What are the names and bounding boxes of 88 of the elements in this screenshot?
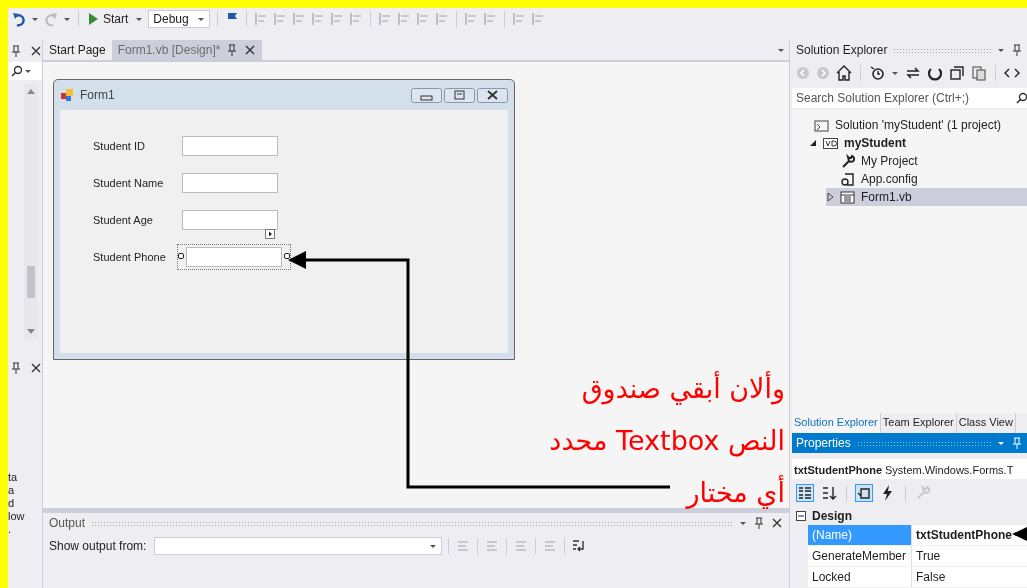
history-icon[interactable] <box>869 65 885 81</box>
vb-project-icon <box>823 135 838 151</box>
home-icon[interactable] <box>836 65 852 81</box>
pin-icon[interactable] <box>10 361 22 375</box>
annotation-text: وألان أبقي صندوق <box>580 370 785 407</box>
tree-item[interactable]: Solution 'myStudent' (1 project) <box>792 116 1027 134</box>
minimize-icon[interactable] <box>411 87 442 103</box>
field-label: Show output from: <box>49 539 147 553</box>
caret-icon[interactable] <box>997 46 1005 54</box>
caret-icon[interactable] <box>777 46 785 54</box>
object-name: txtStudentPhone <box>794 464 882 476</box>
collapse-all-icon[interactable] <box>949 65 965 81</box>
caret-icon <box>197 15 206 23</box>
tree-item[interactable]: My Project <box>826 152 1027 170</box>
expanded-icon[interactable] <box>809 138 817 148</box>
pin-icon[interactable] <box>10 44 22 58</box>
pin-icon[interactable] <box>753 516 765 530</box>
field-label: Student ID <box>93 139 146 152</box>
field-label: Student Age <box>93 213 154 226</box>
field-label: Student Name <box>93 176 165 189</box>
annotation-text: أي مختار <box>684 474 785 511</box>
close-icon[interactable] <box>477 87 508 103</box>
property-name[interactable]: Locked <box>808 567 912 587</box>
property-value[interactable]: False <box>912 567 950 587</box>
configuration-dropdown[interactable]: Debug <box>148 10 211 28</box>
object-type: System.Windows.Forms.T <box>885 464 1014 476</box>
wrench-icon <box>840 153 855 169</box>
close-icon[interactable] <box>771 517 783 529</box>
panel-text: low <box>8 510 26 523</box>
close-icon[interactable] <box>30 45 42 57</box>
tree-item[interactable]: myStudent <box>809 134 1027 152</box>
resize-handle[interactable] <box>284 252 290 259</box>
collapsed-icon[interactable] <box>826 192 834 202</box>
tree-item[interactable]: App.config <box>826 170 1027 188</box>
categorized-icon[interactable] <box>796 484 814 502</box>
category-label: Design <box>812 509 852 523</box>
field-label: Student Phone <box>93 250 167 263</box>
caret-icon[interactable] <box>997 439 1005 447</box>
alphabetical-icon[interactable] <box>820 484 838 502</box>
close-icon[interactable] <box>244 44 257 56</box>
search-icon <box>1015 92 1027 104</box>
play-icon <box>88 12 99 26</box>
property-name[interactable]: GenerateMember <box>808 546 912 566</box>
pin-icon[interactable] <box>1011 43 1023 57</box>
caret-icon <box>429 542 438 550</box>
selected-text-box[interactable] <box>177 243 291 270</box>
scroll-down-icon <box>26 328 36 335</box>
show-all-files-icon[interactable] <box>971 65 987 81</box>
annotation-text: النص Textbox محدد <box>549 424 785 459</box>
caret-icon[interactable] <box>891 69 899 77</box>
panel-text: d <box>8 497 16 510</box>
smart-tag-icon[interactable] <box>265 229 275 239</box>
form-title: Form1 <box>80 88 115 102</box>
sync-icon[interactable] <box>905 65 921 81</box>
form-file-icon <box>840 189 855 205</box>
arrow <box>1012 527 1027 541</box>
undo-icon[interactable] <box>12 11 26 27</box>
form-icon <box>60 88 74 102</box>
property-value[interactable]: txtStudentPhone <box>912 525 1016 545</box>
close-icon[interactable] <box>30 362 42 374</box>
pin-icon[interactable] <box>226 43 239 57</box>
panel-title: Output <box>49 516 86 530</box>
refresh-icon[interactable] <box>927 65 943 81</box>
panel-tab[interactable]: Solution Explorer <box>792 413 881 433</box>
panel-title: Properties <box>796 436 851 450</box>
document-tab[interactable]: Start Page <box>43 40 112 60</box>
panel-text: . <box>8 523 13 536</box>
collapse-icon[interactable] <box>796 511 806 521</box>
panel-title: Solution Explorer <box>796 43 888 57</box>
caret-icon[interactable] <box>24 67 32 75</box>
property-value[interactable]: True <box>912 546 945 566</box>
scrollbar[interactable] <box>24 84 38 339</box>
caret-icon[interactable] <box>63 15 71 23</box>
config-file-icon <box>840 171 855 187</box>
tree-item[interactable]: Form1.vb <box>826 188 1027 206</box>
caret-icon[interactable] <box>739 519 747 527</box>
caret-icon[interactable] <box>135 15 144 23</box>
caret-icon[interactable] <box>31 15 39 23</box>
start-button[interactable]: Start <box>86 12 131 26</box>
panel-text: ta <box>8 471 19 484</box>
scrollbar-thumb[interactable] <box>27 265 35 298</box>
panel-text: a <box>8 484 16 497</box>
resize-handle[interactable] <box>178 252 184 259</box>
solution-icon <box>814 117 829 133</box>
search-icon[interactable] <box>10 65 22 77</box>
search-field[interactable]: Search Solution Explorer (Ctrl+;) <box>792 88 1027 108</box>
scroll-up-icon <box>26 88 36 95</box>
properties-icon[interactable] <box>855 484 873 502</box>
